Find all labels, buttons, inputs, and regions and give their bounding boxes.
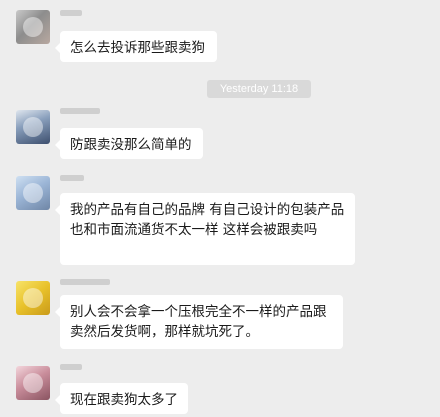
avatar[interactable]: [16, 110, 50, 144]
sender-name: [60, 108, 100, 114]
sender-name: [60, 10, 82, 16]
message-bubble: 现在跟卖狗太多了: [55, 383, 188, 414]
message-bubble: 别人会不会拿一个压根完全不一样的产品跟卖然后发货啊，那样就坑死了。: [55, 295, 343, 349]
message-bubble: 我的产品有自己的品牌 有自己设计的包装产品也和市面流通货不太一样 这样会被跟卖吗: [55, 193, 355, 265]
avatar-image: [23, 288, 43, 308]
sender-name: [60, 279, 110, 285]
avatar-image: [23, 373, 43, 393]
sender-name: [60, 175, 84, 181]
message-bubble: 怎么去投诉那些跟卖狗: [55, 31, 217, 62]
timestamp: Yesterday 11:18: [207, 80, 311, 98]
avatar[interactable]: [16, 10, 50, 44]
avatar-image: [23, 183, 43, 203]
message-bubble: 防跟卖没那么简单的: [55, 128, 203, 159]
avatar-image: [23, 17, 43, 37]
avatar[interactable]: [16, 281, 50, 315]
avatar-image: [23, 117, 43, 137]
avatar[interactable]: [16, 176, 50, 210]
avatar[interactable]: [16, 366, 50, 400]
sender-name: [60, 364, 82, 370]
